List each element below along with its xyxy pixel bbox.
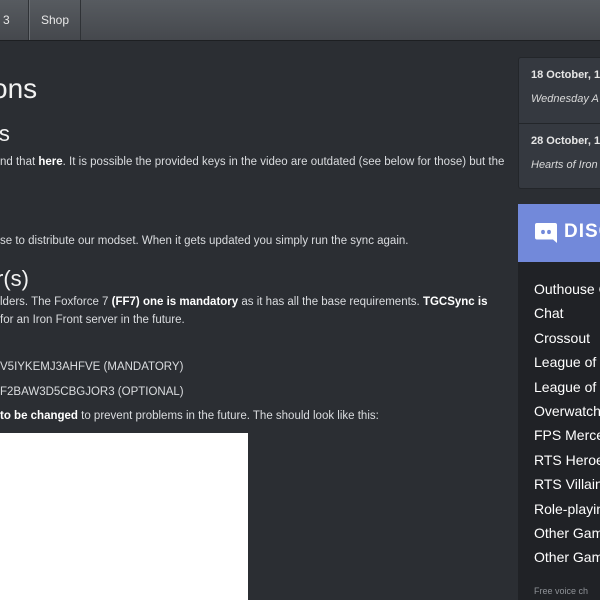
channel-item[interactable]: League of L bbox=[534, 375, 600, 399]
screenshot-image bbox=[0, 433, 248, 600]
main-content: ons ls nd that here. It is possible the … bbox=[0, 41, 505, 600]
nav-tab-partial[interactable]: a 3 bbox=[0, 0, 29, 40]
discord-logo-icon bbox=[535, 223, 557, 243]
paragraph-5-bold: to be changed bbox=[0, 410, 78, 422]
paragraph-5: to be changed to prevent problems in the… bbox=[0, 410, 379, 422]
here-link[interactable]: here bbox=[38, 156, 62, 168]
channel-item[interactable]: League of L bbox=[534, 350, 600, 374]
channel-item[interactable]: RTS Heroe bbox=[534, 448, 600, 472]
channel-item[interactable]: Overwatch bbox=[534, 399, 600, 423]
paragraph-3: lders. The Foxforce 7 (FF7) one is manda… bbox=[0, 296, 488, 308]
paragraph-3-text-a: lders. The Foxforce 7 bbox=[0, 296, 112, 308]
events-panel: 18 October, 1 Wednesday A 28 October, 1 … bbox=[518, 57, 600, 189]
channel-item[interactable]: RTS Villain bbox=[534, 472, 600, 496]
event-item[interactable]: 28 October, 1 Hearts of Iron bbox=[519, 123, 600, 188]
paragraph-2: se to distribute our modset. When it get… bbox=[0, 235, 409, 247]
event-title: Wednesday A bbox=[531, 93, 599, 105]
top-navigation: a 3 Shop bbox=[0, 0, 600, 41]
channel-item[interactable]: Other Gam bbox=[534, 545, 600, 569]
channel-item[interactable]: Crossout bbox=[534, 326, 600, 350]
event-title: Hearts of Iron bbox=[531, 159, 598, 171]
channel-list: Outhouse C Chat Crossout League of L Lea… bbox=[534, 277, 600, 570]
key-mandatory: V5IYKEMJ3AHFVE (MANDATORY) bbox=[0, 361, 184, 373]
channel-item[interactable]: FPS Merce bbox=[534, 423, 600, 447]
paragraph-1-text-b: . It is possible the provided keys in th… bbox=[62, 156, 505, 168]
event-item[interactable]: 18 October, 1 Wednesday A bbox=[519, 58, 600, 122]
page-title: ons bbox=[0, 73, 38, 104]
channel-item[interactable]: Chat bbox=[534, 301, 600, 325]
paragraph-1-text-a: nd that bbox=[0, 156, 39, 168]
paragraph-3-bold-a: (FF7) one is mandatory bbox=[111, 296, 239, 308]
key-optional: F2BAW3D5CBGJOR3 (OPTIONAL) bbox=[0, 386, 184, 398]
event-date: 28 October, 1 bbox=[531, 135, 600, 147]
paragraph-3-text-b: as it has all the base requirements. bbox=[238, 296, 423, 308]
nav-tab-shop[interactable]: Shop bbox=[29, 0, 81, 40]
paragraph-5-text: to prevent problems in the future. The s… bbox=[77, 410, 379, 422]
discord-footer: Free voice ch bbox=[534, 586, 589, 596]
section-heading-2: r(s) bbox=[0, 266, 29, 291]
paragraph-1: nd that here. It is possible the provide… bbox=[0, 156, 504, 168]
section-heading-1: ls bbox=[0, 121, 10, 146]
discord-brand: DISCO bbox=[564, 221, 600, 242]
discord-header[interactable]: DISCO bbox=[518, 204, 600, 262]
discord-widget: DISCO Outhouse C Chat Crossout League of… bbox=[518, 204, 600, 600]
channel-item[interactable]: Role-playin bbox=[534, 497, 600, 521]
paragraph-4: for an Iron Front server in the future. bbox=[0, 314, 185, 326]
event-date: 18 October, 1 bbox=[531, 69, 600, 81]
paragraph-3-bold-b: TGCSync is bbox=[422, 296, 488, 308]
channel-item[interactable]: Other Gam bbox=[534, 521, 600, 545]
channel-item[interactable]: Outhouse C bbox=[534, 277, 600, 301]
